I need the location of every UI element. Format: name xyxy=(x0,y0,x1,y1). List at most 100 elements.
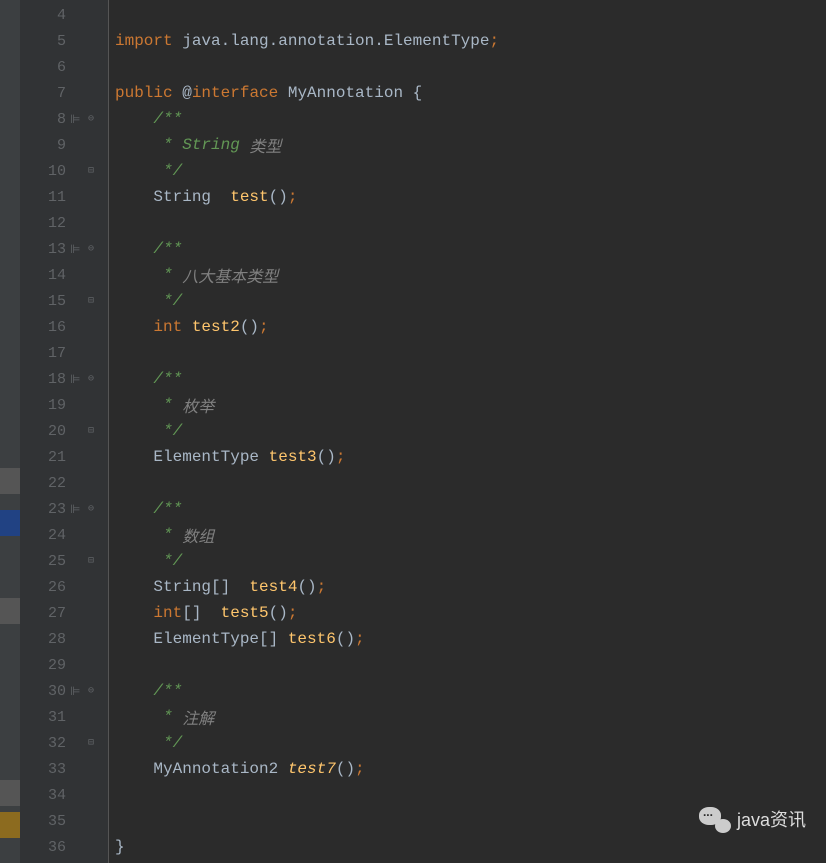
token-punct: ; xyxy=(489,32,499,50)
gutter-edit-icon: ⊫ xyxy=(70,372,84,387)
gutter-row: 25 ⊟ xyxy=(20,548,108,574)
gutter-row: 27 xyxy=(20,600,108,626)
code-line[interactable]: */ xyxy=(109,418,826,444)
gutter-row: 36 xyxy=(20,834,108,860)
code-line[interactable]: String test(); xyxy=(109,184,826,210)
code-line[interactable]: */ xyxy=(109,288,826,314)
line-number: 23 xyxy=(42,501,66,518)
token-brace: { xyxy=(413,84,423,102)
token-brace: } xyxy=(115,838,125,856)
code-line[interactable]: * 注解 xyxy=(109,704,826,730)
gutter-row: 26 xyxy=(20,574,108,600)
marker[interactable] xyxy=(0,780,20,806)
fold-icon[interactable]: ⊟ xyxy=(88,555,100,567)
token-brace: () xyxy=(297,578,316,596)
line-number: 36 xyxy=(42,839,66,856)
marker[interactable] xyxy=(0,812,20,838)
code-line[interactable]: ElementType[] test6(); xyxy=(109,626,826,652)
token-brace: () xyxy=(336,630,355,648)
token-punct: ; xyxy=(336,448,346,466)
line-number: 7 xyxy=(42,85,66,102)
code-line[interactable] xyxy=(109,54,826,80)
token-punct: ; xyxy=(355,630,365,648)
line-number: 24 xyxy=(42,527,66,544)
line-number: 10 xyxy=(42,163,66,180)
gutter-edit-icon: ⊫ xyxy=(70,242,84,257)
code-line[interactable]: /** xyxy=(109,678,826,704)
code-line[interactable]: MyAnnotation2 test7(); xyxy=(109,756,826,782)
gutter-row: 31 xyxy=(20,704,108,730)
fold-icon[interactable]: ⊖ xyxy=(88,503,100,515)
token-brace: @ xyxy=(182,84,192,102)
token-comment: * String xyxy=(115,136,249,154)
code-line[interactable] xyxy=(109,2,826,28)
marker-strip xyxy=(0,0,20,863)
gutter-row: 35 xyxy=(20,808,108,834)
code-line[interactable]: * 枚举 xyxy=(109,392,826,418)
code-line[interactable]: * String 类型 xyxy=(109,132,826,158)
line-number: 22 xyxy=(42,475,66,492)
fold-icon[interactable]: ⊖ xyxy=(88,685,100,697)
token-brace: () xyxy=(336,760,355,778)
code-line[interactable] xyxy=(109,470,826,496)
code-line[interactable]: * 八大基本类型 xyxy=(109,262,826,288)
fold-icon[interactable]: ⊖ xyxy=(88,373,100,385)
token-punct: ; xyxy=(288,188,298,206)
fold-icon[interactable]: ⊟ xyxy=(88,295,100,307)
code-line[interactable]: public @interface MyAnnotation { xyxy=(109,80,826,106)
gutter-row: 10 ⊟ xyxy=(20,158,108,184)
token-comment: /** xyxy=(115,240,182,258)
code-area[interactable]: import java.lang.annotation.ElementType;… xyxy=(108,0,826,863)
code-line[interactable]: */ xyxy=(109,548,826,574)
token-white xyxy=(115,604,153,622)
token-ident: MyAnnotation xyxy=(288,84,413,102)
token-kw: int xyxy=(153,604,182,622)
gutter-row: 20 ⊟ xyxy=(20,418,108,444)
line-number: 14 xyxy=(42,267,66,284)
token-method: test3 xyxy=(269,448,317,466)
watermark: java资讯 xyxy=(699,805,806,833)
token-brace: () xyxy=(269,604,288,622)
code-line[interactable]: ElementType test3(); xyxy=(109,444,826,470)
token-ident: java.lang.annotation.ElementType xyxy=(182,32,489,50)
token-comment: * xyxy=(115,708,182,726)
token-method: test6 xyxy=(288,630,336,648)
fold-icon[interactable]: ⊟ xyxy=(88,425,100,437)
fold-icon[interactable]: ⊟ xyxy=(88,165,100,177)
code-line[interactable]: /** xyxy=(109,236,826,262)
gutter-row: 12 xyxy=(20,210,108,236)
line-number: 18 xyxy=(42,371,66,388)
code-line[interactable]: * 数组 xyxy=(109,522,826,548)
token-white xyxy=(115,630,153,648)
token-ident: [] xyxy=(182,604,220,622)
code-line[interactable]: /** xyxy=(109,496,826,522)
code-line[interactable]: String[] test4(); xyxy=(109,574,826,600)
token-comment: * xyxy=(115,526,182,544)
code-line[interactable] xyxy=(109,210,826,236)
code-line[interactable] xyxy=(109,652,826,678)
token-punct: ; xyxy=(288,604,298,622)
code-line[interactable]: } xyxy=(109,834,826,860)
gutter-row: 29 xyxy=(20,652,108,678)
marker[interactable] xyxy=(0,598,20,624)
token-kw: public xyxy=(115,84,182,102)
code-line[interactable] xyxy=(109,340,826,366)
fold-icon[interactable]: ⊖ xyxy=(88,113,100,125)
gutter-row: 18 ⊫ ⊖ xyxy=(20,366,108,392)
marker[interactable] xyxy=(0,468,20,494)
line-number: 29 xyxy=(42,657,66,674)
code-line[interactable]: int test2(); xyxy=(109,314,826,340)
marker[interactable] xyxy=(0,510,20,536)
code-line[interactable]: import java.lang.annotation.ElementType; xyxy=(109,28,826,54)
fold-icon[interactable]: ⊟ xyxy=(88,737,100,749)
gutter-row: 30⊫⊖ xyxy=(20,678,108,704)
code-line[interactable]: int[] test5(); xyxy=(109,600,826,626)
code-line[interactable]: /** xyxy=(109,366,826,392)
code-line[interactable]: /** xyxy=(109,106,826,132)
code-line[interactable]: */ xyxy=(109,730,826,756)
fold-icon[interactable]: ⊖ xyxy=(88,243,100,255)
code-line[interactable]: */ xyxy=(109,158,826,184)
line-number: 16 xyxy=(42,319,66,336)
line-number: 17 xyxy=(42,345,66,362)
token-ident: String[] xyxy=(153,578,249,596)
